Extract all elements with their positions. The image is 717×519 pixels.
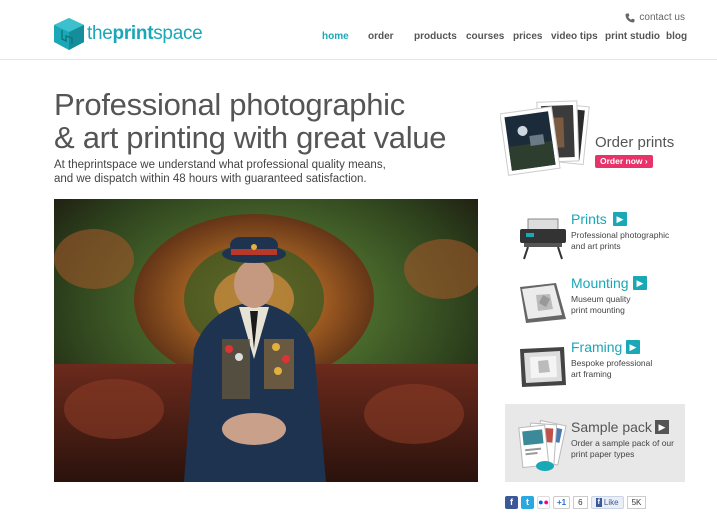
service-framing-desc-line2: art framing <box>571 369 612 379</box>
sample-pack-promo[interactable]: Sample pack ▶ Order a sample pack of our… <box>505 404 685 482</box>
print-photos-image <box>499 100 590 176</box>
contact-us-link[interactable]: contact us <box>625 12 685 23</box>
facebook-icon[interactable]: f <box>505 496 518 509</box>
service-prints[interactable]: Prints ▶ Professional photographic and a… <box>516 211 696 267</box>
sample-pack-desc-line2: print paper types <box>571 449 635 459</box>
service-mounting-title: Mounting <box>571 275 629 291</box>
nav-home[interactable]: home <box>322 31 349 42</box>
facebook-small-icon: f <box>595 498 602 507</box>
hero-subline-line2: and we dispatch within 48 hours with gua… <box>54 173 367 185</box>
nav-order[interactable]: order <box>368 31 394 42</box>
order-now-button[interactable]: Order now › <box>595 155 653 168</box>
like-count: 5K <box>626 496 647 509</box>
site-header: theprintspace contact us home order prod… <box>0 0 717 60</box>
service-mounting-desc: Museum quality print mounting <box>571 294 696 316</box>
order-now-label: Order now <box>600 156 643 166</box>
service-prints-desc-line1: Professional photographic <box>571 230 670 240</box>
nav-prices[interactable]: prices <box>513 31 542 42</box>
service-prints-desc: Professional photographic and art prints <box>571 230 696 252</box>
service-mounting-desc-line2: print mounting <box>571 305 625 315</box>
like-label: Like <box>603 498 619 507</box>
chevron-right-icon: ▶ <box>633 276 647 290</box>
service-prints-desc-line2: and art prints <box>571 241 621 251</box>
chevron-right-icon: ▶ <box>655 420 669 434</box>
printer-icon <box>520 218 566 260</box>
twitter-icon[interactable]: t <box>521 496 534 509</box>
plus-one-count: 6 <box>573 496 588 509</box>
nav-courses[interactable]: courses <box>466 31 504 42</box>
order-prints-promo: Order prints Order now › <box>499 96 690 182</box>
sample-pack-desc: Order a sample pack of our print paper t… <box>571 438 681 460</box>
hero-subline-line1: At theprintspace we understand what prof… <box>54 159 386 171</box>
hero-subline: At theprintspace we understand what prof… <box>54 158 474 186</box>
google-plus-one-button[interactable]: +1 <box>553 496 571 509</box>
veteran-portrait-image <box>54 199 478 482</box>
service-mounting-desc-line1: Museum quality <box>571 294 631 304</box>
service-prints-title: Prints <box>571 211 607 227</box>
order-prints-title: Order prints <box>595 134 675 151</box>
service-framing-desc-line1: Bespoke professional <box>571 358 653 368</box>
hero-headline-line2: & art printing with great value <box>54 120 447 155</box>
chevron-right-icon: ▶ <box>613 212 627 226</box>
service-mounting[interactable]: Mounting ▶ Museum quality print mounting <box>516 275 696 331</box>
hero-headline: Professional photographic & art printing… <box>54 88 446 154</box>
hero-headline-line1: Professional photographic <box>54 87 405 122</box>
sample-pack-desc-line1: Order a sample pack of our <box>571 438 674 448</box>
nav-blog[interactable]: blog <box>666 31 687 42</box>
chevron-right-icon: › <box>644 156 648 166</box>
sample-pack-image <box>518 419 567 471</box>
sample-pack-title: Sample pack <box>571 419 652 435</box>
hero-photo <box>54 199 478 482</box>
service-framing-title: Framing <box>571 339 623 355</box>
facebook-like-button[interactable]: f Like <box>590 496 624 509</box>
phone-icon <box>625 13 635 22</box>
nav-print-studio[interactable]: print studio <box>605 31 660 42</box>
mounting-icon <box>520 283 566 323</box>
social-bar: f t ●● +1 6 f Like 5K <box>505 495 647 510</box>
service-framing[interactable]: Framing ▶ Bespoke professional art frami… <box>516 339 696 395</box>
nav-products[interactable]: products <box>414 31 457 42</box>
frame-icon <box>520 347 566 387</box>
flickr-icon[interactable]: ●● <box>537 496 550 509</box>
chevron-right-icon: ▶ <box>626 340 640 354</box>
main-nav: home order products courses prices video… <box>0 31 717 45</box>
contact-us-label: contact us <box>639 12 685 23</box>
nav-video-tips[interactable]: video tips <box>551 31 598 42</box>
service-framing-desc: Bespoke professional art framing <box>571 358 696 380</box>
